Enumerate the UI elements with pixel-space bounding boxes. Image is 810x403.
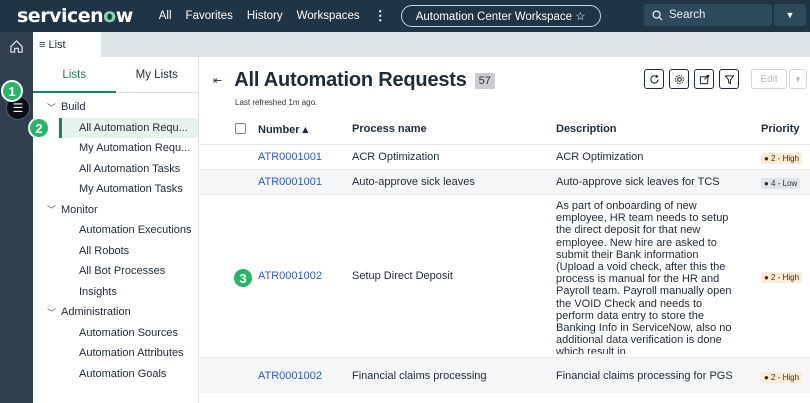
home-icon[interactable]	[9, 39, 24, 54]
chevron-down-icon: ﹀	[47, 205, 57, 216]
request-number-link[interactable]: ATR0001002	[258, 270, 322, 282]
nav-history[interactable]: History	[247, 10, 283, 22]
request-number-link[interactable]: ATR0001001	[258, 176, 322, 188]
global-search[interactable]: Search	[644, 4, 772, 26]
group-build[interactable]: ﹀ Build	[33, 97, 198, 118]
sidebar-item-my-automation-tasks[interactable]: My Automation Tasks	[33, 179, 198, 200]
settings-gear-icon[interactable]	[669, 69, 689, 89]
step-badge-2: 2	[28, 117, 50, 139]
table-row[interactable]: ATR0001001 Auto-approve sick leaves Auto…	[200, 169, 810, 194]
servicenow-logo[interactable]: servicenow	[17, 5, 133, 27]
sidebar-item-all-automation-requests[interactable]: All Automation Requ...	[59, 117, 198, 138]
sidebar-item-automation-goals[interactable]: Automation Goals	[33, 364, 198, 385]
description: Auto-approve sick leaves for TCS	[556, 176, 720, 188]
process-name: Auto-approve sick leaves	[352, 176, 475, 188]
group-monitor[interactable]: ﹀ Monitor	[33, 200, 198, 221]
sidebar-item-automation-attributes[interactable]: Automation Attributes	[33, 343, 198, 364]
top-nav: servicenow All Favorites History Workspa…	[0, 0, 810, 32]
edit-button[interactable]: Edit	[751, 69, 787, 89]
group-label: Monitor	[61, 203, 98, 216]
step-badge-3: 3	[232, 267, 254, 289]
sidebar-tabs: Lists My Lists	[33, 57, 198, 93]
record-count-badge: 57	[474, 72, 495, 89]
search-dropdown-icon[interactable]: ▼	[774, 4, 806, 26]
process-name: Financial claims processing	[352, 370, 487, 382]
process-name: Setup Direct Deposit	[352, 270, 453, 282]
nav-all[interactable]: All	[159, 10, 172, 22]
export-icon[interactable]	[694, 69, 714, 89]
last-refreshed: Last refreshed 1m ago.	[235, 98, 318, 107]
description: ACR Optimization	[556, 151, 644, 163]
select-all-checkbox[interactable]	[235, 123, 246, 134]
table-row[interactable]: ATR0001001 ACR Optimization ACR Optimiza…	[200, 144, 810, 169]
tab-my-lists[interactable]: My Lists	[116, 57, 199, 92]
table-row[interactable]: ATR0001002 Setup Direct Deposit As part …	[200, 194, 810, 357]
sidebar-item-all-robots[interactable]: All Robots	[33, 241, 198, 262]
request-number-link[interactable]: ATR0001002	[258, 370, 322, 382]
nav-workspaces[interactable]: Workspaces	[297, 10, 360, 22]
column-number[interactable]: Number ▴	[258, 123, 308, 136]
request-number-link[interactable]: ATR0001001	[258, 151, 322, 163]
collapse-sidebar-icon[interactable]: ⇤	[213, 74, 222, 87]
process-name: ACR Optimization	[352, 151, 440, 163]
sidebar-item-automation-executions[interactable]: Automation Executions	[33, 220, 198, 241]
chevron-down-icon: ﹀	[47, 102, 57, 113]
column-priority[interactable]: Priority	[761, 123, 800, 135]
sidebar-item-all-bot-processes[interactable]: All Bot Processes	[33, 261, 198, 282]
workspace-selector[interactable]: Automation Center Workspace ☆	[400, 5, 601, 27]
table-row[interactable]: ATR0001002 Financial claims processing F…	[200, 357, 810, 393]
sidebar: Lists My Lists ﹀ Build All Automation Req…	[33, 57, 199, 403]
page-title: All Automation Requests	[234, 69, 467, 91]
search-placeholder: Search	[669, 9, 706, 21]
priority-badge: ● 2 - High	[761, 372, 803, 383]
group-label: Administration	[61, 306, 131, 319]
group-administration[interactable]: ﹀ Administration	[33, 302, 198, 323]
edit-dropdown-icon[interactable]: ▼	[789, 69, 807, 89]
sidebar-item-automation-sources[interactable]: Automation Sources	[33, 323, 198, 344]
refresh-icon[interactable]	[644, 69, 664, 89]
tab-list[interactable]: ≡ List	[33, 32, 101, 57]
table-header: Number ▴ Process name Description Priori…	[200, 119, 810, 141]
group-label: Build	[61, 101, 86, 114]
priority-badge: ● 4 - Low	[761, 178, 801, 189]
filter-icon[interactable]	[719, 69, 739, 89]
step-badge-1: 1	[1, 80, 23, 102]
search-icon	[652, 9, 663, 21]
tab-lists[interactable]: Lists	[33, 57, 116, 92]
priority-badge: ● 2 - High	[761, 272, 803, 283]
description: As part of onboarding of new employee, H…	[556, 200, 732, 354]
more-menu-icon[interactable]: ⋮	[374, 8, 387, 24]
description: Financial claims processing for PGS	[556, 370, 733, 382]
nav-favorites[interactable]: Favorites	[186, 10, 233, 22]
sidebar-item-my-automation-requests[interactable]: My Automation Requ...	[33, 138, 198, 159]
main-content: ⇤ All Automation Requests 57 Last refres…	[200, 57, 810, 403]
column-description[interactable]: Description	[556, 123, 617, 135]
priority-badge: ● 2 - High	[761, 153, 803, 164]
chevron-down-icon: ﹀	[47, 307, 57, 318]
sidebar-item-all-automation-tasks[interactable]: All Automation Tasks	[33, 159, 198, 180]
column-process-name[interactable]: Process name	[352, 123, 427, 135]
title-row: ⇤ All Automation Requests 57	[200, 69, 495, 92]
sidebar-item-insights[interactable]: Insights	[33, 282, 198, 303]
tab-strip: ≡ List	[33, 32, 810, 57]
